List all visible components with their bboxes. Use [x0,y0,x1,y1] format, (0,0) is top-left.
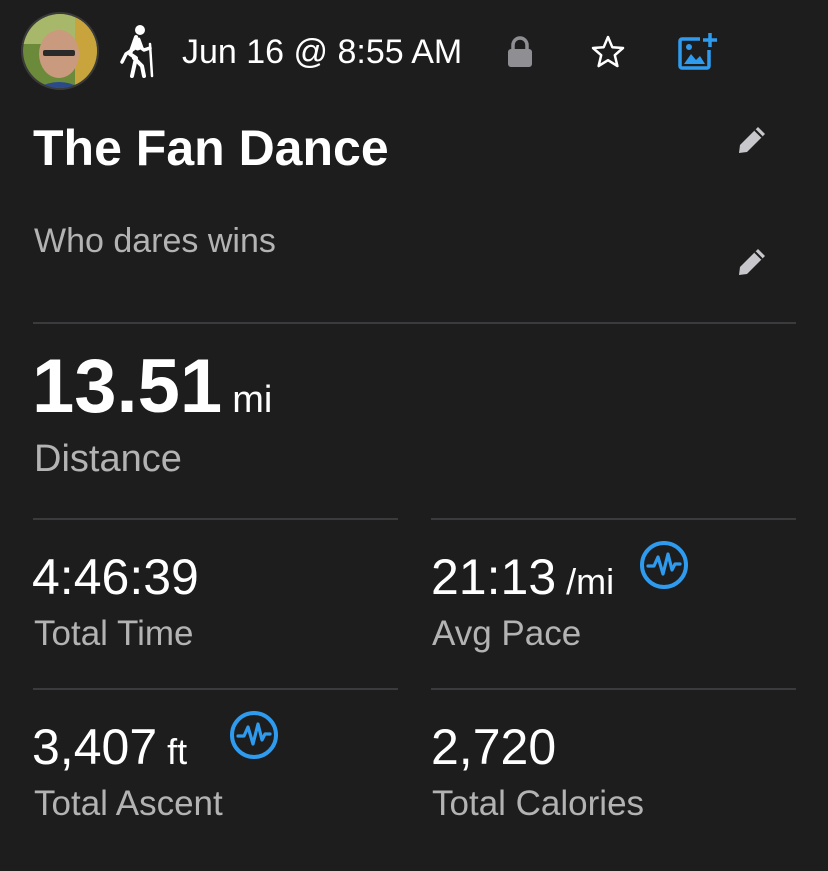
edit-title-pencil-icon[interactable] [736,124,768,156]
total-calories-label: Total Calories [432,784,645,823]
performance-icon[interactable] [229,710,279,760]
activity-title: The Fan Dance [33,120,389,176]
avg-pace-value: 21:13/mi [431,547,614,612]
divider [431,688,796,690]
activity-details-screen: Jun 16 @ 8:55 AM The Fan Dance Who dares… [0,0,828,871]
add-photo-icon[interactable] [678,32,718,70]
distance-unit: mi [232,379,273,421]
avg-pace-label: Avg Pace [432,614,582,653]
avatar[interactable] [21,12,99,90]
avg-pace-number: 21:13 [431,549,557,605]
total-ascent-number: 3,407 [32,719,158,775]
total-time-value: 4:46:39 [32,549,199,605]
activity-description: Who dares wins [34,222,276,260]
distance-number: 13.51 [32,344,223,429]
total-ascent-value: 3,407 ft [32,717,187,782]
edit-description-pencil-icon[interactable] [736,246,768,278]
total-ascent-unit: ft [167,731,188,772]
divider [431,518,796,520]
performance-icon[interactable] [639,540,689,590]
star-outline-icon[interactable] [590,34,626,70]
divider [33,518,398,520]
total-ascent-label: Total Ascent [34,784,223,823]
distance-value: 13.51 mi [32,342,272,445]
lock-icon[interactable] [506,36,534,68]
avg-pace-unit: /mi [566,561,615,602]
divider [33,322,796,324]
distance-label: Distance [34,438,182,480]
activity-date: Jun 16 @ 8:55 AM [182,33,463,71]
total-time-label: Total Time [34,614,194,653]
hiking-icon [116,24,156,78]
divider [33,688,398,690]
total-calories-value: 2,720 [431,719,557,775]
